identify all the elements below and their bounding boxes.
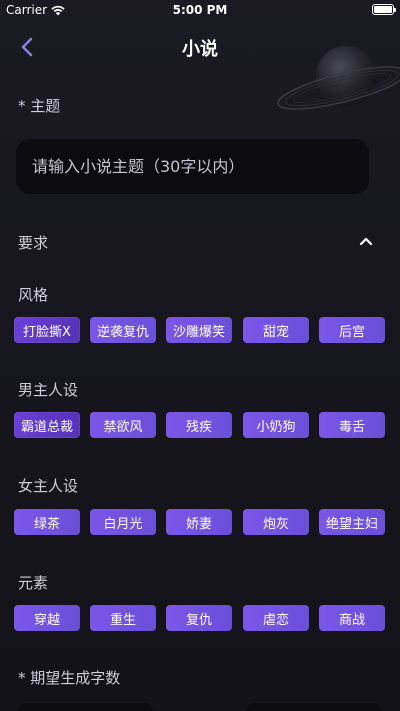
- clock-time: 5:00 PM: [172, 3, 228, 17]
- tag-chip[interactable]: 白月光: [90, 509, 156, 535]
- tag-chip[interactable]: 绝望主妇: [319, 509, 385, 535]
- male-lead-tag-row: 霸道总裁 禁欲风 残疾 小奶狗 毒舌: [14, 412, 386, 438]
- female-lead-group-label: 女主人设: [18, 477, 79, 495]
- male-lead-group-label: 男主人设: [18, 381, 79, 399]
- novel-screen: Carrier 5:00 PM 小说 * 主题 请输入小说主题（30字以内） 要…: [0, 0, 400, 711]
- word-count-min-field[interactable]: [18, 703, 153, 711]
- tag-chip[interactable]: 甜宠: [243, 317, 309, 343]
- word-count-options: [0, 703, 400, 711]
- requirements-label: 要求: [18, 234, 49, 252]
- topic-label: * 主题: [18, 97, 61, 115]
- word-count-max-field[interactable]: [246, 703, 381, 711]
- female-lead-tag-row: 绿茶 白月光 娇妻 炮灰 绝望主妇: [14, 509, 386, 535]
- topic-field[interactable]: [16, 139, 369, 194]
- tag-chip[interactable]: 沙雕爆笑: [166, 317, 232, 343]
- tag-chip[interactable]: 禁欲风: [90, 412, 156, 438]
- collapse-toggle-button[interactable]: [356, 231, 376, 251]
- tag-chip[interactable]: 炮灰: [243, 509, 309, 535]
- tag-chip[interactable]: 后宫: [319, 317, 385, 343]
- tag-chip[interactable]: 逆袭复仇: [90, 317, 156, 343]
- style-group-label: 风格: [18, 286, 49, 304]
- tag-chip[interactable]: 霸道总裁: [14, 412, 80, 438]
- tag-chip[interactable]: 虐恋: [243, 605, 309, 631]
- planet-decoration-icon: [277, 46, 400, 110]
- elements-tag-row: 穿越 重生 复仇 虐恋 商战: [14, 605, 386, 631]
- tag-chip[interactable]: 打脸撕X: [14, 317, 80, 343]
- style-tag-row: 打脸撕X 逆袭复仇 沙雕爆笑 甜宠 后宫: [14, 317, 386, 343]
- tag-chip[interactable]: 小奶狗: [243, 412, 309, 438]
- tag-chip[interactable]: 复仇: [166, 605, 232, 631]
- topic-input[interactable]: [32, 157, 369, 176]
- elements-group-label: 元素: [18, 574, 49, 592]
- tag-chip[interactable]: 商战: [319, 605, 385, 631]
- battery-icon: [372, 4, 396, 15]
- tag-chip[interactable]: 残疾: [166, 412, 232, 438]
- tag-chip[interactable]: 穿越: [14, 605, 80, 631]
- tag-chip[interactable]: 绿茶: [14, 509, 80, 535]
- tag-chip[interactable]: 毒舌: [319, 412, 385, 438]
- tag-chip[interactable]: 娇妻: [166, 509, 232, 535]
- status-bar: Carrier 5:00 PM: [0, 0, 400, 20]
- tag-chip[interactable]: 重生: [90, 605, 156, 631]
- word-count-label: * 期望生成字数: [18, 669, 121, 687]
- chevron-up-icon: [359, 237, 373, 246]
